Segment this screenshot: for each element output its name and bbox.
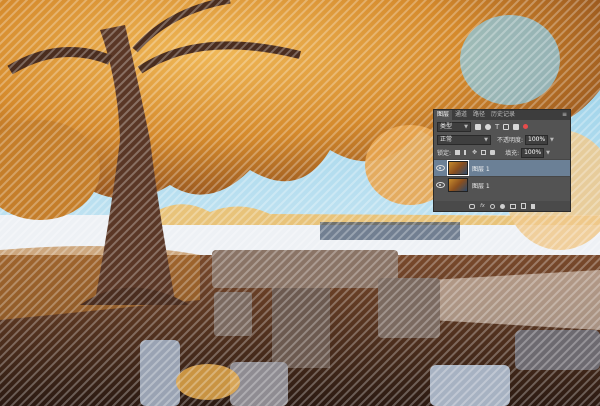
menu-icon[interactable]: ≡ xyxy=(559,110,570,120)
panel-bottom-bar: fx xyxy=(434,201,570,211)
chevron-down-icon: ▼ xyxy=(464,123,468,130)
filter-toggle-icon[interactable] xyxy=(523,124,529,129)
trash-icon[interactable] xyxy=(530,203,535,209)
new-layer-icon[interactable] xyxy=(520,203,526,209)
fill-input[interactable]: 100% xyxy=(521,147,545,158)
chevron-down-icon[interactable]: ▼ xyxy=(550,137,554,143)
layers-panel: 图层 通道 路径 历史记录 ≡ 类型 ▼ T 正常 ▼ 不透明度: 100% ▼… xyxy=(433,109,571,212)
lock-paint-icon[interactable] xyxy=(464,150,468,155)
blend-row: 正常 ▼ 不透明度: 100% ▼ xyxy=(434,133,570,146)
layer-row[interactable]: 图层 1 xyxy=(434,159,570,176)
lock-artboard-icon[interactable] xyxy=(481,150,487,155)
tab-history[interactable]: 历史记录 xyxy=(488,110,518,120)
lock-label: 锁定: xyxy=(437,150,452,157)
tab-paths[interactable]: 路径 xyxy=(470,110,488,120)
link-layers-icon[interactable] xyxy=(469,203,476,209)
group-icon[interactable] xyxy=(509,203,516,209)
kind-filter-select[interactable]: 类型 ▼ xyxy=(437,121,471,132)
layer-name[interactable]: 图层 1 xyxy=(472,164,490,173)
lock-transparent-icon[interactable] xyxy=(455,150,461,155)
chevron-down-icon[interactable]: ▼ xyxy=(546,150,550,156)
filter-row: 类型 ▼ T xyxy=(434,120,570,133)
visibility-eye-icon[interactable] xyxy=(436,165,445,171)
kind-filter-value: 类型 xyxy=(440,122,453,130)
layer-thumbnail xyxy=(448,178,468,192)
pixel-filter-icon[interactable] xyxy=(475,123,481,130)
tab-channels[interactable]: 通道 xyxy=(452,110,470,120)
layer-thumbnail xyxy=(447,160,469,176)
lock-row: 锁定: ✥ 填充: 100% ▼ xyxy=(434,146,570,159)
opacity-input[interactable]: 100% xyxy=(525,134,549,145)
mask-icon[interactable] xyxy=(489,203,495,209)
adjustment-filter-icon[interactable] xyxy=(485,123,491,130)
smart-object-filter-icon[interactable] xyxy=(513,123,520,130)
visibility-eye-icon[interactable] xyxy=(436,182,445,188)
chevron-down-icon: ▼ xyxy=(484,136,488,143)
type-filter-icon[interactable]: T xyxy=(495,123,499,130)
blend-mode-select[interactable]: 正常 ▼ xyxy=(437,134,491,145)
opacity-label: 不透明度: xyxy=(497,137,524,144)
fx-icon[interactable]: fx xyxy=(480,203,485,209)
blend-mode-value: 正常 xyxy=(440,135,453,143)
tab-layers[interactable]: 图层 xyxy=(434,110,453,120)
fill-label: 填充: xyxy=(505,150,520,157)
lock-all-icon[interactable] xyxy=(490,150,496,155)
panel-tabs: 图层 通道 路径 历史记录 ≡ xyxy=(434,110,570,120)
lock-position-icon[interactable]: ✥ xyxy=(472,150,477,156)
layer-row[interactable]: 图层 1 xyxy=(434,176,570,193)
shape-filter-icon[interactable] xyxy=(503,123,510,130)
layer-name[interactable]: 图层 1 xyxy=(472,181,490,190)
adjustment-layer-icon[interactable] xyxy=(499,203,505,209)
